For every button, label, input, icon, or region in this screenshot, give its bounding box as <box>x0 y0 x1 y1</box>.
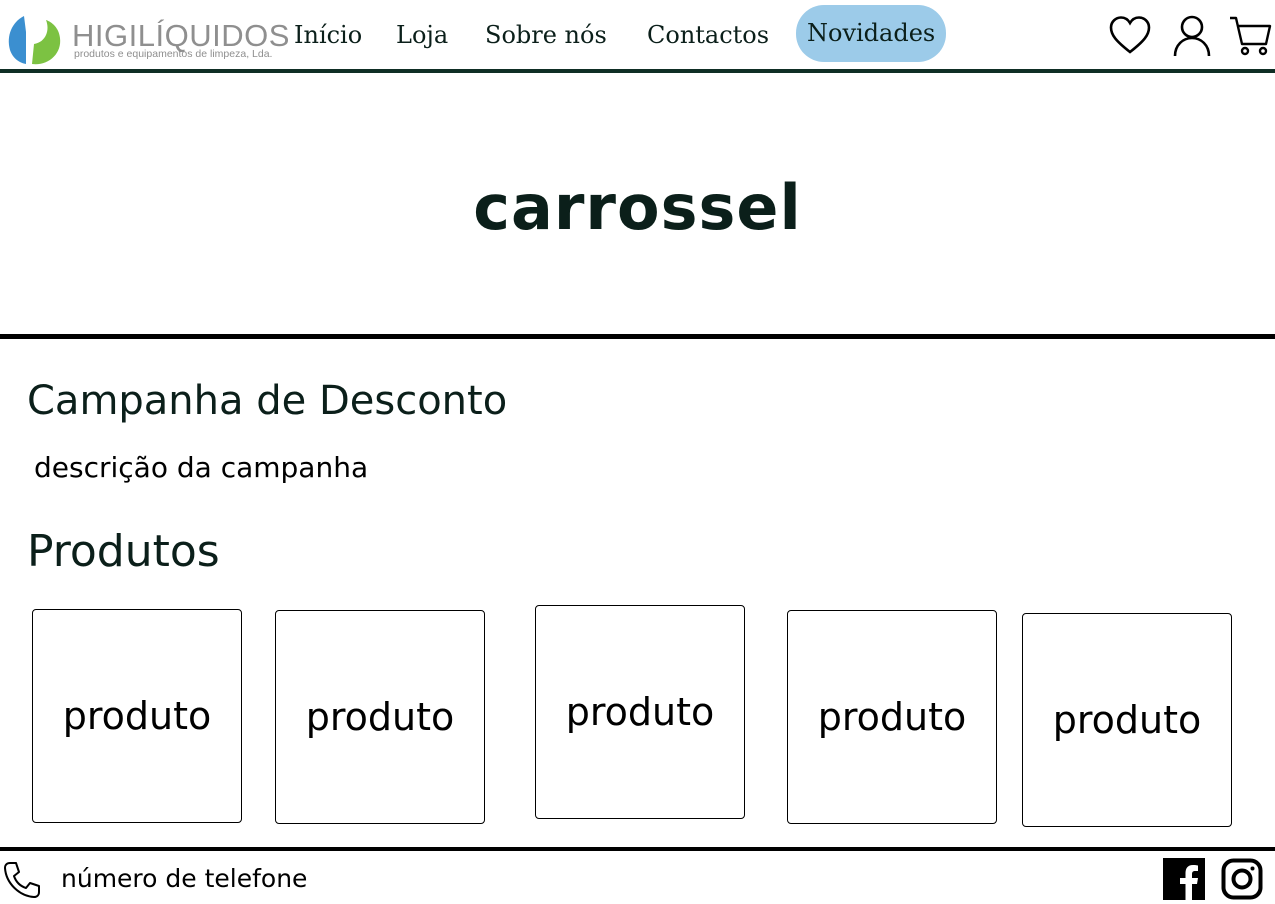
instagram-icon[interactable] <box>1221 858 1263 900</box>
logo-mark-icon <box>8 16 61 65</box>
nav-loja[interactable]: Loja <box>396 18 448 52</box>
products-heading: Produtos <box>27 526 220 577</box>
phone-number[interactable]: número de telefone <box>61 864 307 893</box>
hero-carousel[interactable]: carrossel <box>0 73 1275 335</box>
product-label: produto <box>565 690 715 734</box>
product-card[interactable]: produto <box>32 609 242 823</box>
nav-inicio[interactable]: Início <box>294 18 362 52</box>
campaign-title: Campanha de Desconto <box>27 378 508 424</box>
cart-icon[interactable] <box>1228 14 1272 58</box>
carousel-placeholder: carrossel <box>473 171 802 244</box>
brand-logo[interactable]: HIGILÍQUIDOS produtos e equipamentos de … <box>6 8 289 66</box>
nav-sobre-nos[interactable]: Sobre nós <box>485 18 607 52</box>
user-icon[interactable] <box>1170 14 1214 58</box>
campaign-description: descrição da campanha <box>34 451 369 484</box>
product-card[interactable]: produto <box>1022 613 1232 827</box>
product-card[interactable]: produto <box>787 610 997 824</box>
product-card[interactable]: produto <box>535 605 745 819</box>
product-label: produto <box>62 694 212 738</box>
hero-divider <box>0 334 1275 339</box>
nav-novidades[interactable]: Novidades <box>796 5 947 62</box>
product-label: produto <box>817 695 967 739</box>
heart-icon[interactable] <box>1108 14 1152 58</box>
product-label: produto <box>1052 698 1202 742</box>
nav-contactos[interactable]: Contactos <box>647 18 769 52</box>
brand-tagline: produtos e equipamentos de limpeza, Lda. <box>74 48 273 60</box>
footer-divider <box>0 847 1275 851</box>
product-label: produto <box>305 695 455 739</box>
site-header: HIGILÍQUIDOS produtos e equipamentos de … <box>0 0 1275 69</box>
phone-icon <box>4 862 40 898</box>
product-card[interactable]: produto <box>275 610 485 824</box>
facebook-icon[interactable] <box>1163 858 1205 900</box>
